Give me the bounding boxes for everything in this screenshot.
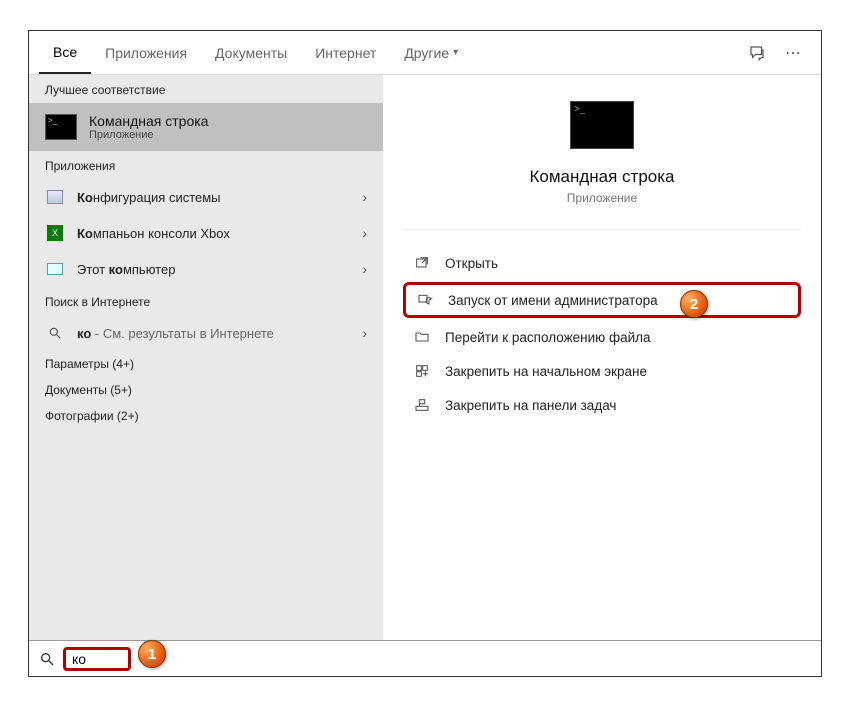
- search-icon: [39, 651, 55, 667]
- folder-icon: [413, 328, 431, 346]
- best-match-item[interactable]: Командная строка Приложение: [29, 103, 383, 151]
- preview-name: Командная строка: [529, 167, 674, 187]
- best-match-header: Лучшее соответствие: [29, 75, 383, 103]
- config-icon: [45, 187, 65, 207]
- search-input[interactable]: [72, 651, 122, 667]
- tab-all[interactable]: Все: [39, 31, 91, 74]
- best-match-name: Командная строка: [89, 113, 208, 129]
- pin-taskbar-icon: [413, 396, 431, 414]
- action-label: Закрепить на панели задач: [445, 398, 616, 413]
- apps-header: Приложения: [29, 151, 383, 179]
- web-result-label: ко - См. результаты в Интернете: [77, 326, 350, 341]
- action-run-admin[interactable]: Запуск от имени администратора: [403, 282, 801, 318]
- app-item-label: Компаньон консоли Xbox: [77, 226, 350, 241]
- tab-bar: Все Приложения Документы Интернет Другие…: [29, 31, 821, 75]
- action-label: Запуск от имени администратора: [448, 293, 658, 308]
- action-pin-taskbar[interactable]: Закрепить на панели задач: [393, 388, 811, 422]
- tab-docs[interactable]: Документы: [201, 31, 301, 74]
- app-item-label: Этот компьютер: [77, 262, 350, 277]
- action-label: Открыть: [445, 256, 498, 271]
- tab-apps[interactable]: Приложения: [91, 31, 201, 74]
- pin-start-icon: [413, 362, 431, 380]
- chevron-right-icon: ›: [362, 261, 367, 277]
- open-icon: [413, 254, 431, 272]
- feedback-icon[interactable]: [739, 35, 775, 71]
- tab-internet[interactable]: Интернет: [301, 31, 390, 74]
- web-result-item[interactable]: ко - См. результаты в Интернете ›: [29, 315, 383, 351]
- annotation-badge-1: 1: [138, 640, 166, 668]
- action-label: Закрепить на начальном экране: [445, 364, 647, 379]
- pc-icon: [45, 259, 65, 279]
- tab-other[interactable]: Другие▾: [390, 31, 472, 74]
- best-match-kind: Приложение: [89, 129, 208, 141]
- action-pin-start[interactable]: Закрепить на начальном экране: [393, 354, 811, 388]
- shield-icon: [416, 291, 434, 309]
- skip-documents[interactable]: Документы (5+): [29, 377, 383, 403]
- chevron-right-icon: ›: [362, 189, 367, 205]
- chevron-right-icon: ›: [362, 225, 367, 241]
- preview-kind: Приложение: [567, 191, 637, 205]
- web-header: Поиск в Интернете: [29, 287, 383, 315]
- cmd-icon: [45, 114, 77, 140]
- skip-photos[interactable]: Фотографии (2+): [29, 403, 383, 429]
- chevron-down-icon: ▾: [453, 47, 458, 58]
- search-icon: [45, 323, 65, 343]
- action-open[interactable]: Открыть: [393, 246, 811, 280]
- preview-cmd-icon: [570, 101, 634, 149]
- preview-panel: Командная строка Приложение Открыть Запу…: [383, 75, 821, 640]
- annotation-badge-2: 2: [680, 290, 708, 318]
- more-icon[interactable]: ⋯: [775, 35, 811, 71]
- chevron-right-icon: ›: [362, 325, 367, 341]
- app-item-label: Конфигурация системы: [77, 190, 350, 205]
- app-item-config[interactable]: Конфигурация системы ›: [29, 179, 383, 215]
- action-open-location[interactable]: Перейти к расположению файла: [393, 320, 811, 354]
- app-item-pc[interactable]: Этот компьютер ›: [29, 251, 383, 287]
- action-label: Перейти к расположению файла: [445, 330, 651, 345]
- search-window: Все Приложения Документы Интернет Другие…: [28, 30, 822, 677]
- search-input-highlight: [63, 647, 131, 671]
- results-panel: Лучшее соответствие Командная строка При…: [29, 75, 383, 640]
- xbox-icon: X: [45, 223, 65, 243]
- skip-settings[interactable]: Параметры (4+): [29, 351, 383, 377]
- actions-list: Открыть Запуск от имени администратора П…: [393, 240, 811, 428]
- app-item-xbox[interactable]: X Компаньон консоли Xbox ›: [29, 215, 383, 251]
